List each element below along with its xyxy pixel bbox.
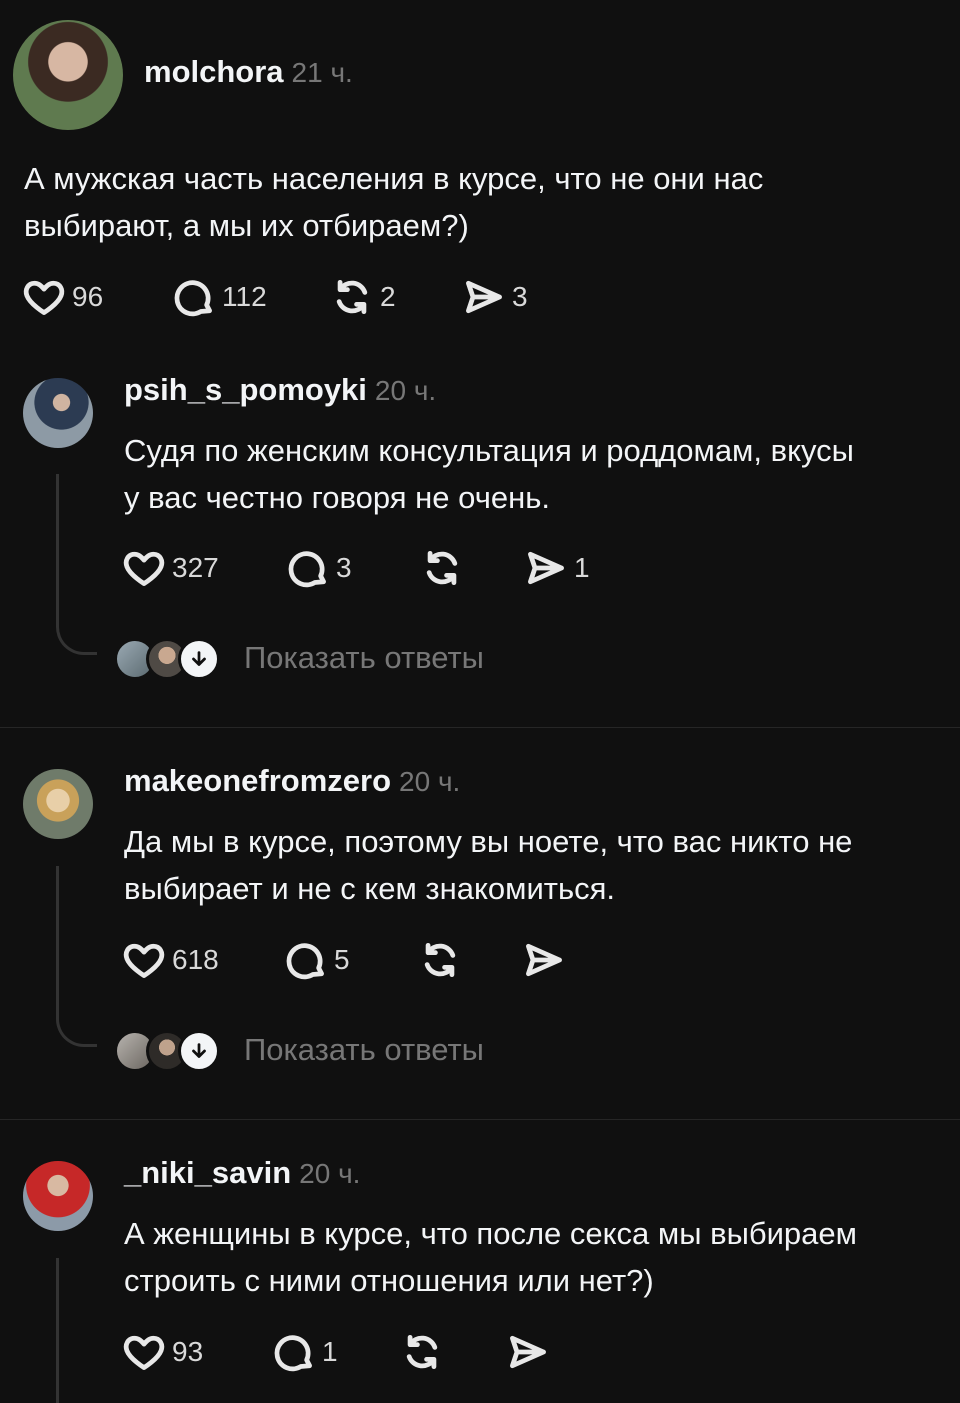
post-text: Судя по женским консультация и роддомам,… [124, 427, 954, 521]
repost-icon [406, 1334, 438, 1370]
comment-icon [274, 1335, 312, 1372]
like-button[interactable]: 618 [122, 935, 219, 985]
show-replies-label[interactable]: Показать ответы [244, 636, 484, 680]
thread-curve [56, 1004, 97, 1047]
comment-button[interactable]: 1 [272, 1327, 338, 1377]
like-count: 93 [172, 1336, 204, 1367]
repost-button[interactable] [400, 1327, 450, 1377]
username-text[interactable]: makeonefromzero [124, 763, 391, 798]
avatar[interactable] [23, 769, 93, 839]
post-username[interactable]: makeonefromzero 20 ч. [124, 763, 460, 799]
repost-icon [336, 279, 368, 315]
comment-button[interactable]: 5 [284, 935, 350, 985]
post-text: А женщины в курсе, что после секса мы вы… [124, 1210, 954, 1304]
show-replies-button[interactable]: Показать ответы [114, 1028, 534, 1072]
heart-icon [123, 943, 165, 978]
post-actions: 327 3 1 [122, 543, 722, 593]
like-button[interactable]: 327 [122, 543, 219, 593]
comment-count: 112 [222, 281, 267, 312]
thread-line [56, 474, 59, 614]
arrow-down-icon [192, 651, 206, 666]
username-text[interactable]: molchora [144, 54, 284, 89]
post-actions: 93 1 [122, 1327, 722, 1377]
share-button[interactable] [506, 1327, 556, 1377]
repost-count: 2 [380, 281, 396, 312]
share-button[interactable]: 3 [462, 272, 528, 322]
thread-line [56, 1258, 59, 1403]
post-text-line: А женщины в курсе, что после секса мы вы… [124, 1216, 857, 1251]
expand-badge [178, 1030, 220, 1072]
comment-icon [288, 551, 326, 588]
post-actions: 618 5 [122, 935, 722, 985]
thread-line [56, 866, 59, 1006]
like-count: 96 [72, 281, 104, 312]
comment-count: 3 [336, 552, 352, 583]
like-count: 618 [172, 944, 219, 975]
divider [0, 1119, 960, 1120]
heart-icon [23, 280, 65, 315]
comment-count: 5 [334, 944, 350, 975]
like-button[interactable]: 96 [22, 272, 103, 322]
avatar[interactable] [13, 20, 123, 130]
heart-icon [123, 551, 165, 586]
like-button[interactable]: 93 [122, 1327, 203, 1377]
show-replies-label[interactable]: Показать ответы [244, 1028, 484, 1072]
post-username[interactable]: molchora 21 ч. [144, 54, 353, 90]
arrow-down-icon [192, 1043, 206, 1058]
repost-icon [426, 550, 458, 586]
post-time: 20 ч. [399, 766, 461, 797]
comment-icon [174, 280, 212, 317]
expand-badge [178, 638, 220, 680]
comment-count: 1 [322, 1336, 338, 1367]
share-count: 1 [574, 552, 590, 583]
avatar[interactable] [23, 1161, 93, 1231]
share-icon [510, 1335, 546, 1369]
share-button[interactable] [522, 935, 572, 985]
post-text: А мужская часть населения в курсе, что н… [24, 155, 924, 249]
post-text-line: А мужская часть населения в курсе, что н… [24, 161, 764, 196]
divider [0, 727, 960, 728]
share-count: 3 [512, 281, 528, 312]
heart-icon [123, 1335, 165, 1370]
post-text-line: выбирает и не с кем знакомиться. [124, 871, 616, 906]
share-button[interactable]: 1 [524, 543, 590, 593]
post-text-line: у вас честно говоря не очень. [124, 480, 550, 515]
post-time: 21 ч. [291, 57, 353, 88]
post-text-line: Судя по женским консультация и роддомам,… [124, 433, 854, 468]
post-username[interactable]: _niki_savin 20 ч. [124, 1155, 360, 1191]
share-icon [466, 280, 502, 314]
share-icon [528, 551, 564, 585]
post-text: Да мы в курсе, поэтому вы ноете, что вас… [124, 818, 954, 912]
post-time: 20 ч. [374, 375, 437, 406]
comment-button[interactable]: 3 [286, 543, 352, 593]
repost-button[interactable]: 2 [330, 272, 396, 322]
avatar[interactable] [23, 378, 93, 448]
post-text-line: строить с ними отношения или нет?) [124, 1263, 654, 1298]
repost-button[interactable] [420, 543, 470, 593]
post-actions: 96 112 2 3 [22, 272, 622, 322]
comment-button[interactable]: 112 [172, 272, 267, 322]
show-replies-button[interactable]: Показать ответы [114, 636, 534, 680]
post-username[interactable]: psih_s_pomoyki 20 ч. [124, 372, 436, 408]
post-text-line: выбирают, а мы их отбираем?) [24, 208, 469, 243]
post-text-line: Да мы в курсе, поэтому вы ноете, что вас… [124, 824, 853, 859]
comment-icon [286, 943, 324, 980]
share-icon [526, 943, 562, 977]
post-time: 20 ч. [299, 1158, 361, 1189]
repost-button[interactable] [418, 935, 468, 985]
repost-icon [424, 942, 456, 978]
like-count: 327 [172, 552, 219, 583]
thread-curve [56, 612, 97, 655]
username-text[interactable]: psih_s_pomoyki [124, 372, 367, 407]
username-text[interactable]: _niki_savin [124, 1155, 291, 1190]
